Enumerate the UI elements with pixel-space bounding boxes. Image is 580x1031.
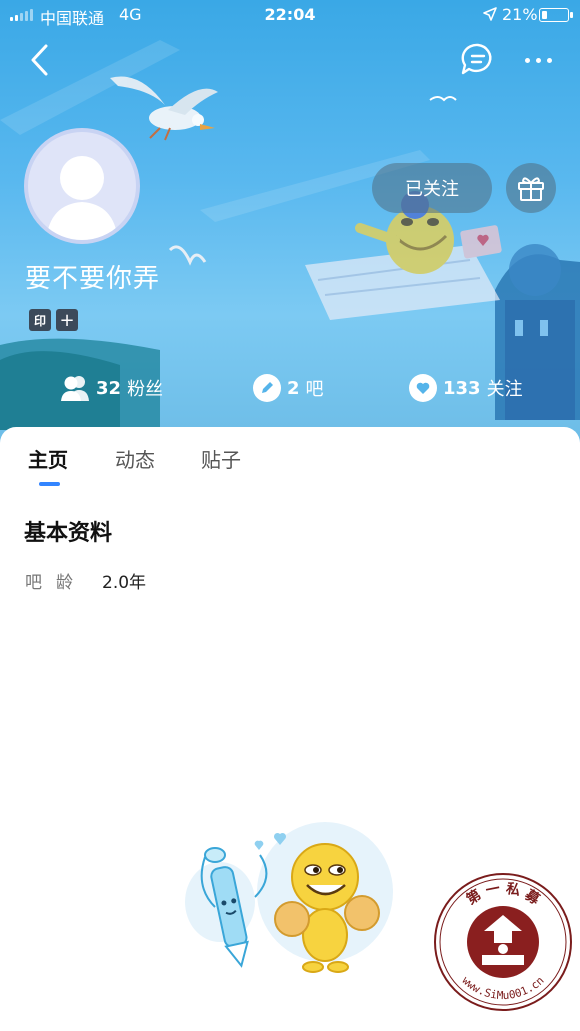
status-bar: 中国联通 4G 22:04 21% [0,0,580,30]
chat-bubble-icon [461,43,492,75]
fans-count: 32 [96,377,122,399]
heart-icon [409,374,437,402]
back-button[interactable] [22,40,58,80]
profile-content-card: 主页 动态 贴子 基本资料 吧龄 2.0年 第 一 私 募 www.SiMu00… [0,427,580,1031]
empty-state-mascot-illustration [185,822,393,973]
profile-stats: 32 粉丝 2 吧 133 关注 [0,370,580,406]
fans-label: 粉丝 [127,379,164,400]
battery-percent: 21% [502,5,538,24]
pencil-icon [253,374,281,402]
watermark-seal: 第 一 私 募 www.SiMu001.cn [434,873,572,1011]
bar-age-label: 吧龄 [25,573,87,593]
tab-posts[interactable]: 贴子 [201,444,241,473]
default-user-icon [46,156,118,240]
tab-home[interactable]: 主页 [28,444,68,473]
badge-yin[interactable]: 印 [29,309,51,331]
gift-button[interactable] [506,163,556,213]
followed-button[interactable]: 已关注 [372,163,492,213]
bars-count: 2 [287,377,300,399]
active-tab-indicator [39,482,60,486]
avatar[interactable] [24,128,140,244]
fans-stat[interactable]: 32 粉丝 [60,370,163,406]
basic-info-title: 基本资料 [24,521,113,546]
following-label: 关注 [486,379,523,400]
gift-icon [518,177,544,201]
message-button[interactable] [458,40,498,80]
chevron-left-icon [31,44,48,76]
profile-header-background: 中国联通 4G 22:04 21% 已关注 要不要你弄 印 + 32 粉丝 2 … [0,0,580,450]
users-icon [61,376,89,401]
more-dots-icon [524,57,530,63]
bars-label: 吧 [305,379,324,400]
following-count: 133 [443,377,481,399]
tab-dynamic[interactable]: 动态 [115,444,155,473]
bars-stat[interactable]: 2 吧 [253,370,324,406]
location-arrow-icon [483,7,497,21]
username: 要不要你弄 [25,264,161,294]
battery-icon [539,8,573,22]
following-stat[interactable]: 133 关注 [409,370,523,406]
bar-age-value: 2.0年 [102,573,147,593]
add-badge-button[interactable]: + [56,309,78,331]
more-button[interactable] [518,45,558,75]
